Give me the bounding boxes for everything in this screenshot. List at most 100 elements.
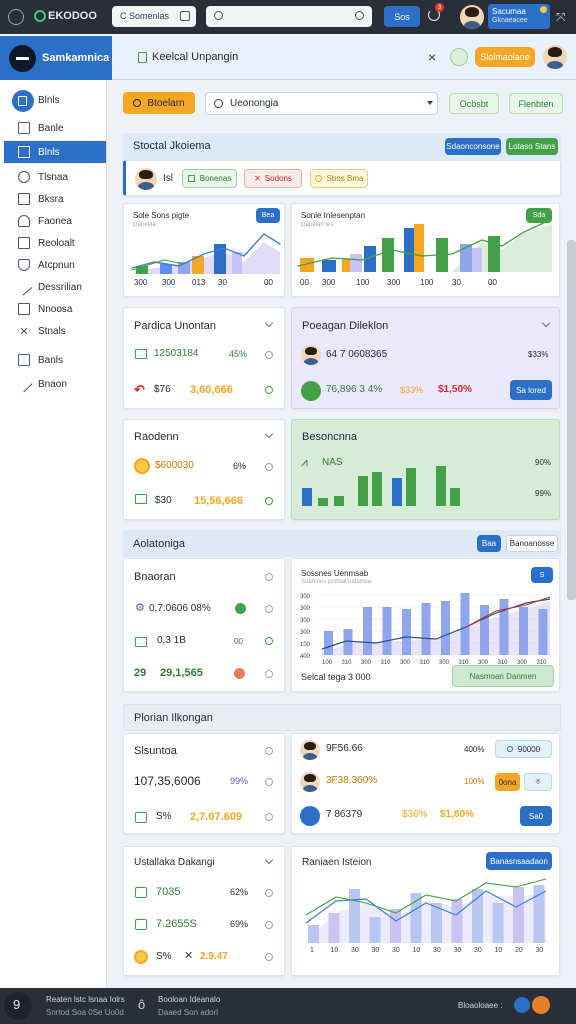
tick-label: 300 xyxy=(162,278,176,287)
info-dot[interactable] xyxy=(265,463,273,471)
edit-icon xyxy=(15,278,33,296)
card-title: Pardica Unontan xyxy=(134,320,216,332)
info-dot[interactable] xyxy=(265,747,273,755)
chart-button[interactable]: Bea xyxy=(256,208,280,223)
sidebar-item-active[interactable]: Blnls xyxy=(4,141,106,163)
toolbar-button-b[interactable]: Flenbten xyxy=(509,93,563,114)
info-dot[interactable] xyxy=(265,953,273,961)
metric-percent: 62% xyxy=(230,887,249,897)
expand-icon[interactable]: ⤧ xyxy=(556,10,566,25)
chevron-down-icon[interactable] xyxy=(264,855,274,865)
info-dot[interactable] xyxy=(265,637,273,645)
user-subtitle: Gknaeacee xyxy=(492,17,528,24)
info-dot[interactable] xyxy=(265,921,273,929)
main-scrollbar[interactable] xyxy=(567,240,576,600)
chip-orange-label: Sbos Bma xyxy=(326,174,364,183)
list-button[interactable]: 90000 xyxy=(495,740,552,758)
section-button-a[interactable]: Baa xyxy=(477,535,501,552)
sidebar-home[interactable]: Blnls xyxy=(10,90,100,112)
info-dot[interactable] xyxy=(265,605,273,613)
list-button[interactable]: 0ona xyxy=(495,773,520,791)
card-action-button[interactable]: Sa lored xyxy=(510,380,552,400)
sidebar-item-9[interactable]: Nnoosa xyxy=(4,298,106,320)
info-dot[interactable] xyxy=(265,889,273,897)
page-breadcrumb: Keelcal Unpangin xyxy=(152,51,239,63)
chart-title: Raniaen Isteion xyxy=(302,857,372,868)
metric-value: 7.2655S xyxy=(156,918,197,930)
chip-orange-icon xyxy=(314,175,322,182)
user-avatar[interactable] xyxy=(460,5,484,29)
chart-button[interactable]: Banasnsaadaon xyxy=(486,852,552,870)
primary-header-button[interactable]: Slolmaolane xyxy=(475,47,535,67)
user-icon[interactable] xyxy=(532,996,550,1014)
sidebar-item-12[interactable]: Bnaon xyxy=(4,373,106,395)
info-dot[interactable] xyxy=(265,497,273,505)
section-button-a[interactable]: Sdaonconsone xyxy=(445,138,501,155)
bar xyxy=(421,603,431,655)
y-tick-label: 300 xyxy=(300,594,311,600)
info-dot[interactable] xyxy=(265,573,273,581)
section-button-b[interactable]: Banoanosse xyxy=(506,535,558,552)
toolbar-action-button[interactable]: Btoelarn xyxy=(123,92,195,114)
info-dot[interactable] xyxy=(265,351,273,359)
x-tick-label: 300 xyxy=(361,660,372,666)
card-title: Bnaoran xyxy=(134,571,176,583)
tick-label: 00 xyxy=(488,278,497,287)
footer-status: Bloaoloaee : xyxy=(458,1001,503,1010)
chip-green-icon xyxy=(187,175,195,182)
sidebar-item-10[interactable]: ✕ Stnals xyxy=(4,320,106,342)
gear-icon: ⚙ xyxy=(135,602,145,614)
search-input[interactable] xyxy=(206,6,372,27)
info-dot[interactable] xyxy=(265,386,273,394)
sidebar-item-label: Reoloalt xyxy=(38,237,75,249)
filter-select[interactable]: Ueonongia xyxy=(205,92,438,115)
sidebar-item-4[interactable]: Bksra xyxy=(4,188,106,210)
sidebar-item-11[interactable]: Banls xyxy=(4,349,106,371)
top-action-button[interactable]: Sos xyxy=(384,6,420,27)
chevron-down-icon[interactable] xyxy=(541,318,551,328)
bar xyxy=(369,917,381,943)
external-link-icon[interactable] xyxy=(180,11,190,21)
toolbar-button-a[interactable]: Ocbsbt xyxy=(449,93,499,114)
metric-card-5: Bnaoran ⚙ 0,7:0606 08% 0,3 1B 00 29 29,1… xyxy=(123,558,285,692)
list-percent: 400% xyxy=(464,745,485,754)
status-icon[interactable] xyxy=(450,48,468,66)
info-dot[interactable] xyxy=(265,670,273,678)
sidebar-item-5[interactable]: Faonea xyxy=(4,210,106,232)
search-icon-right[interactable] xyxy=(355,11,364,20)
chart-footer-button[interactable]: Nasmoan Danmen xyxy=(452,665,554,687)
chart-button[interactable]: S xyxy=(531,567,553,583)
status-dot xyxy=(540,6,547,13)
tag-icon xyxy=(135,812,147,823)
sidebar-item-8[interactable]: Dessrilian xyxy=(4,276,106,298)
bar xyxy=(372,472,382,506)
sidebar-item-7[interactable]: Atcpnun xyxy=(4,254,106,276)
y-tick-label: 400 xyxy=(300,654,311,660)
sidebar-item-3[interactable]: Tlsnaa xyxy=(4,166,106,188)
info-dot[interactable] xyxy=(265,778,273,786)
header-avatar[interactable] xyxy=(543,45,567,69)
footer-text: Daaed Son adorl xyxy=(158,1008,219,1017)
chip-orange[interactable]: Sbos Bma xyxy=(310,169,368,188)
chip-red[interactable]: ✕ Sodons xyxy=(244,169,302,188)
list-percent: 100% xyxy=(464,777,485,786)
list-button[interactable]: Sa0 xyxy=(520,806,552,826)
user-badge[interactable]: Sacumaa Gknaeacee xyxy=(488,4,550,29)
bar xyxy=(328,913,340,943)
globe-icon[interactable] xyxy=(8,9,24,25)
sidebar-item-6[interactable]: Reoloalt xyxy=(4,232,106,254)
section-button-b[interactable]: Lotaso Stans xyxy=(506,138,558,155)
list-button[interactable]: ⌾ xyxy=(524,773,552,791)
x-tick-label: 10 xyxy=(413,947,421,953)
tab-button[interactable]: C Somenlas xyxy=(112,6,196,27)
settings-icon[interactable] xyxy=(514,997,530,1013)
footer-bar: 9 Reaten lstc lsnaa Iolrs Snrtod Soa 0Se… xyxy=(0,988,576,1024)
sidebar-item-1[interactable]: Banle xyxy=(4,117,106,139)
info-dot[interactable] xyxy=(265,813,273,821)
user-name: Sacumaa xyxy=(492,7,526,16)
close-icon[interactable]: × xyxy=(428,49,436,65)
chip-green[interactable]: Bonenas xyxy=(182,169,237,188)
chevron-down-icon[interactable] xyxy=(264,429,274,439)
chevron-down-icon[interactable] xyxy=(264,318,274,328)
bar xyxy=(513,887,524,943)
